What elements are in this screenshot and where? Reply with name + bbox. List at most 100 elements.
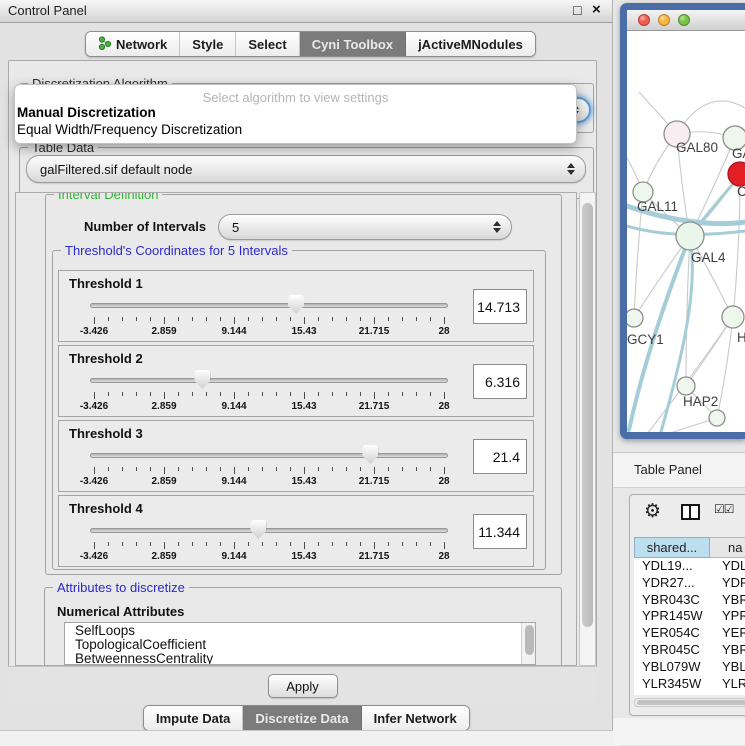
tab-label: Select [248,37,286,52]
network-edge[interactable] [634,236,690,318]
tab-impute-data[interactable]: Impute Data [144,706,243,730]
tick-label: 2.859 [151,401,176,412]
threshold-1-label: Threshold 1 [69,276,143,291]
minor-tick [136,542,137,546]
threshold-4-value-field[interactable]: 11.344 [473,514,527,549]
network-graph-canvas[interactable]: GAL80GACGAL11GAL4GCY1HHAP2 [627,30,745,432]
cell-shared-name: YBL079W [642,659,701,674]
table-header-name[interactable]: na [710,537,745,558]
major-tick [374,317,375,324]
minor-tick [332,542,333,546]
algorithm-option-manual-discretization[interactable]: Manual Discretization [17,105,156,120]
close-icon[interactable]: × [592,1,601,18]
threshold-3-value-field[interactable]: 21.4 [473,439,527,474]
minor-tick [402,467,403,471]
mac-zoom-icon[interactable] [678,14,690,26]
threshold-2-slider-handle[interactable] [194,370,210,389]
network-node-gcy1[interactable] [627,309,643,327]
threshold-3-slider-track[interactable] [90,453,448,458]
attributes-group-title: Attributes to discretize [53,580,189,595]
algorithm-dropdown-hint: Select algorithm to view settings [15,90,576,105]
table-header-shared-name[interactable]: shared... [634,537,710,558]
number-of-intervals-combobox[interactable]: 5 [218,214,512,240]
settings-vertical-scrollbar[interactable] [579,192,596,666]
network-node-c[interactable] [728,162,745,186]
attribute-item-betweennesscentrality[interactable]: BetweennessCentrality [65,652,535,665]
threshold-2-value-field[interactable]: 6.316 [473,364,527,399]
tick-label: -3.426 [80,476,108,487]
gear-icon[interactable]: ⚙ [644,500,661,523]
minor-tick [108,467,109,471]
minor-tick [108,392,109,396]
mac-minimize-icon[interactable] [658,14,670,26]
mac-close-icon[interactable] [638,14,650,26]
cell-shared-name: YER054C [642,625,700,640]
table-row[interactable]: YLR345WYLR3 [634,676,745,693]
attribute-item-selfloops[interactable]: SelfLoops [65,624,535,638]
major-tick [164,467,165,474]
tab-select[interactable]: Select [236,32,299,56]
minor-tick [290,317,291,321]
minor-tick [318,467,319,471]
settings-scroll-thumb[interactable] [582,203,593,627]
network-node-label: GCY1 [627,332,664,347]
table-hscroll-thumb[interactable] [637,700,745,705]
attributes-list-scroll-thumb[interactable] [525,625,534,655]
threshold-1-value-field[interactable]: 14.713 [473,289,527,324]
tab-jactivemnodules[interactable]: jActiveMNodules [406,32,535,56]
network-edge[interactable] [627,418,717,432]
minor-tick [150,392,151,396]
tick-label: 28 [438,401,449,412]
tab-network[interactable]: Network [86,32,180,56]
network-edge[interactable] [717,317,733,418]
split-view-icon[interactable] [681,504,700,520]
table-row[interactable]: YPR145WYPR1 [634,608,745,625]
threshold-1-slider-handle[interactable] [288,295,304,314]
table-row[interactable]: YBL079WYBL0 [634,659,745,676]
minor-tick [430,542,431,546]
tab-cyni-toolbox[interactable]: Cyni Toolbox [300,32,406,56]
tab-style[interactable]: Style [180,32,236,56]
apply-button[interactable]: Apply [268,674,338,698]
threshold-2-slider-track[interactable] [90,378,448,383]
numerical-attributes-list[interactable]: SelfLoopsTopologicalCoefficientBetweenne… [64,622,536,665]
table-row[interactable]: YDR27...YDR2 [634,575,745,592]
tick-label: 21.715 [359,551,390,562]
minor-tick [178,317,179,321]
table-row[interactable]: YDL19...YDL1 [634,558,745,575]
network-node-gal4[interactable] [676,222,704,250]
application-root: Control Panel □ × NetworkStyleSelectCyni… [0,0,745,745]
select-columns-icon[interactable]: ☑☑ [714,502,734,516]
network-node-h[interactable] [722,306,744,328]
cell-name: YLR3 [722,676,745,691]
threshold-4-slider-track[interactable] [90,528,448,533]
tick-label: 9.144 [221,326,246,337]
major-tick [234,317,235,324]
attribute-item-topologicalcoefficient[interactable]: TopologicalCoefficient [65,638,535,652]
network-node[interactable] [709,410,725,426]
algorithm-option-equal-width-frequency-discretization[interactable]: Equal Width/Frequency Discretization [17,122,242,137]
tab-discretize-data[interactable]: Discretize Data [243,706,361,730]
cell-shared-name: YBR043C [642,592,700,607]
table-data-combobox[interactable]: galFiltered.sif default node [26,155,586,183]
float-window-icon[interactable]: □ [573,2,581,18]
network-node-hap2[interactable] [677,377,695,395]
table-row[interactable]: YBR045CYBR0 [634,642,745,659]
minor-tick [136,392,137,396]
table-horizontal-scrollbar[interactable] [634,698,745,707]
minor-tick [346,467,347,471]
table-row[interactable]: YBR043CYBR0 [634,592,745,609]
major-tick [444,542,445,549]
table-row[interactable]: YER054CYER0 [634,625,745,642]
minor-tick [122,392,123,396]
threshold-3-slider-handle[interactable] [362,445,378,464]
minor-tick [332,317,333,321]
network-view-window: GAL80GACGAL11GAL4GCY1HHAP2 [620,3,745,439]
attributes-list-scrollbar[interactable] [521,623,535,664]
threshold-4-slider-handle[interactable] [250,520,266,539]
table-row[interactable]: YIL052CYIL0 [634,692,745,695]
minor-tick [388,392,389,396]
threshold-2-row: Threshold 2-3.4262.8599.14415.4321.71528… [58,345,534,417]
tab-infer-network[interactable]: Infer Network [362,706,469,730]
threshold-1-slider-track[interactable] [90,303,448,308]
